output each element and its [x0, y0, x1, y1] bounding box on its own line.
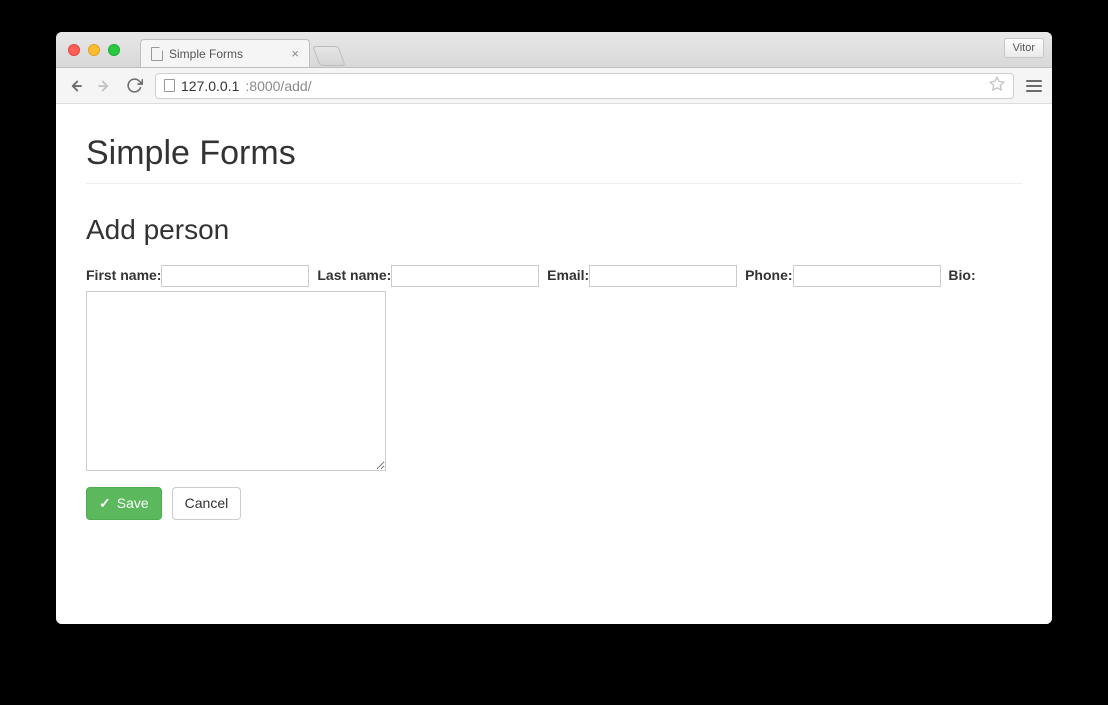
browser-toolbar: 127.0.0.1 :8000/add/ [56, 68, 1052, 104]
form-actions: Save Cancel [86, 487, 1022, 521]
page-title: Simple Forms [86, 134, 1022, 173]
cancel-button-label: Cancel [185, 494, 229, 514]
new-tab-button[interactable] [312, 46, 345, 66]
save-button[interactable]: Save [86, 487, 162, 521]
hamburger-icon [1026, 80, 1042, 92]
save-button-label: Save [117, 494, 149, 514]
cancel-button[interactable]: Cancel [172, 487, 242, 521]
tab-title: Simple Forms [169, 47, 243, 61]
email-input[interactable] [589, 265, 737, 287]
forward-button[interactable] [96, 77, 114, 95]
minimize-window-button[interactable] [88, 44, 100, 56]
address-bar[interactable]: 127.0.0.1 :8000/add/ [155, 73, 1014, 99]
close-tab-icon[interactable]: × [291, 47, 299, 60]
section-title: Add person [86, 214, 1022, 246]
url-path: :8000/add/ [245, 78, 311, 94]
bio-label: Bio: [948, 267, 975, 283]
menu-button[interactable] [1026, 80, 1042, 92]
close-window-button[interactable] [68, 44, 80, 56]
check-icon [99, 494, 111, 514]
person-form: First name: Last name: Email: Phone: Bio… [86, 264, 1022, 471]
page-content: Simple Forms Add person First name: Last… [56, 104, 1052, 624]
window-titlebar: Simple Forms × Vitor [56, 32, 1052, 68]
browser-tab[interactable]: Simple Forms × [140, 39, 310, 67]
last-name-input[interactable] [391, 265, 539, 287]
traffic-lights [56, 44, 120, 56]
first-name-input[interactable] [161, 265, 309, 287]
divider [86, 183, 1022, 184]
browser-window: Simple Forms × Vitor 127.0.0.1 :8000/add/ [56, 32, 1052, 624]
back-button[interactable] [66, 77, 84, 95]
site-icon [164, 79, 175, 92]
maximize-window-button[interactable] [108, 44, 120, 56]
email-label: Email: [547, 267, 589, 283]
first-name-label: First name: [86, 267, 161, 283]
bio-textarea[interactable] [86, 291, 386, 471]
phone-input[interactable] [793, 265, 941, 287]
last-name-label: Last name: [317, 267, 391, 283]
tab-strip: Simple Forms × [140, 32, 342, 67]
reload-button[interactable] [126, 77, 143, 94]
profile-badge[interactable]: Vitor [1004, 38, 1044, 58]
page-icon [151, 47, 163, 61]
phone-label: Phone: [745, 267, 792, 283]
url-host: 127.0.0.1 [181, 78, 239, 94]
bookmark-star-icon[interactable] [989, 76, 1005, 95]
